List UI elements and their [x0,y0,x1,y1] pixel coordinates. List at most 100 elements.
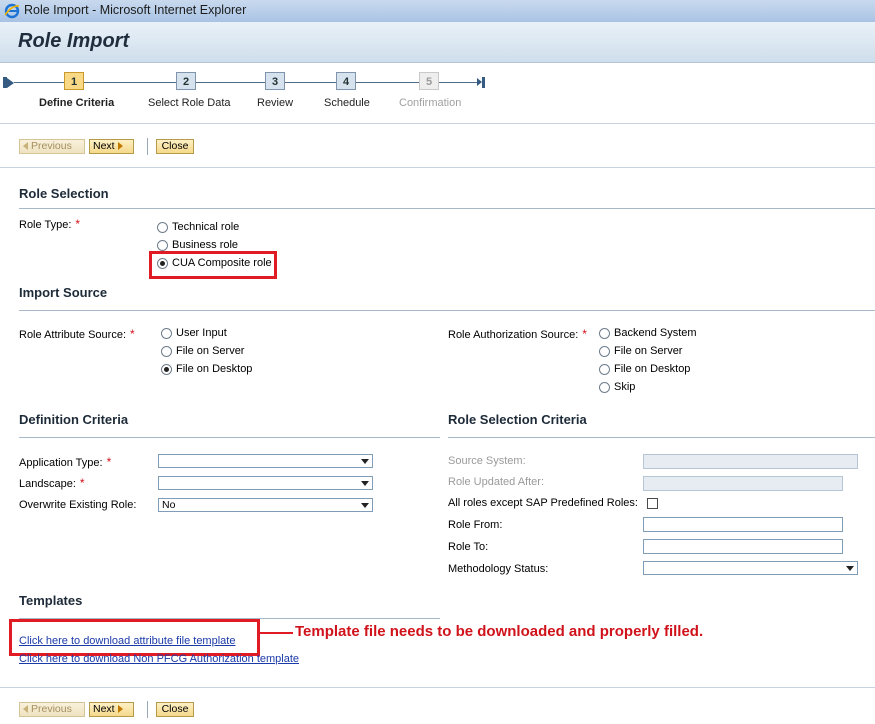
download-authorization-template-link[interactable]: Click here to download Non PFCG Authoriz… [19,653,299,665]
all-roles-except-label: All roles except SAP Predefined Roles: [448,497,638,509]
auth-skip-radio[interactable] [599,382,610,393]
application-type-label-text: Application Type: [19,457,103,469]
section-divider [448,437,875,438]
role-to-label: Role To: [448,541,489,553]
role-selection-title: Role Selection [19,186,109,201]
import-source-title: Import Source [19,285,108,300]
bottom-previous-button: Previous [19,702,85,717]
divider [0,687,875,688]
required-asterisk: * [106,455,112,469]
next-button-label: Next [93,140,115,152]
auth-file-on-desktop-label[interactable]: File on Desktop [614,363,690,375]
roadmap-step-3-label[interactable]: Review [257,97,293,109]
application-type-select[interactable] [158,454,373,468]
next-button[interactable]: Next [89,139,134,154]
role-from-input[interactable] [643,517,843,532]
chevron-down-icon [361,459,369,464]
overwrite-existing-role-label: Overwrite Existing Role: [19,499,137,511]
methodology-status-label: Methodology Status: [448,563,549,575]
role-authorization-source-label-text: Role Authorization Source: [448,329,579,341]
bottom-next-button[interactable]: Next [89,702,134,717]
roadmap-step-4[interactable]: 4 [336,72,356,90]
roadmap-step-2[interactable]: 2 [176,72,196,90]
annotation-text: Template file needs to be downloaded and… [295,623,704,640]
required-asterisk: * [79,476,85,490]
arrow-right-icon [117,142,123,151]
attr-file-on-desktop-radio[interactable] [161,364,172,375]
roadmap-step-4-label[interactable]: Schedule [324,97,370,109]
overwrite-existing-role-value: No [162,499,176,511]
role-type-label-text: Role Type: [19,219,72,231]
role-from-label: Role From: [448,519,503,531]
previous-button: Previous [19,139,85,154]
download-attribute-template-link[interactable]: Click here to download attribute file te… [19,635,235,647]
roadmap-step-3[interactable]: 3 [265,72,285,90]
toolbar-separator [147,138,148,155]
arrow-right-icon [117,705,123,714]
landscape-label-text: Landscape: [19,478,76,490]
overwrite-existing-role-select[interactable]: No [158,498,373,512]
role-type-label: Role Type: * [19,217,80,231]
internet-explorer-icon [4,3,20,19]
technical-role-radio[interactable] [157,222,168,233]
auth-backend-system-radio[interactable] [599,328,610,339]
attr-file-on-server-label[interactable]: File on Server [176,345,244,357]
annotation-connector-line [260,632,293,634]
auth-backend-system-label[interactable]: Backend System [614,327,697,339]
landscape-select[interactable] [158,476,373,490]
page-title: Role Import [18,30,130,52]
source-system-input [643,454,858,469]
roadmap-step-5-label: Confirmation [399,97,462,109]
methodology-status-select[interactable] [643,561,858,575]
attr-user-input-label[interactable]: User Input [176,327,227,339]
role-updated-after-label: Role Updated After: [448,476,545,488]
close-button[interactable]: Close [156,139,194,154]
auth-file-on-desktop-radio[interactable] [599,364,610,375]
attr-file-on-server-radio[interactable] [161,346,172,357]
auth-file-on-server-radio[interactable] [599,346,610,357]
chevron-down-icon [361,481,369,486]
definition-criteria-title: Definition Criteria [19,412,129,427]
section-divider [19,310,875,311]
role-selection-criteria-title: Role Selection Criteria [448,412,587,427]
close-button-label: Close [161,140,189,152]
window-title: Role Import - Microsoft Internet Explore… [24,3,247,17]
bottom-close-button[interactable]: Close [156,702,194,717]
bottom-previous-button-label: Previous [31,703,72,715]
attr-file-on-desktop-label[interactable]: File on Desktop [176,363,252,375]
required-asterisk: * [582,327,587,341]
role-to-input[interactable] [643,539,843,554]
arrow-left-icon [23,142,28,151]
role-updated-after-input [643,476,843,491]
arrow-left-icon [23,705,28,714]
auth-skip-label[interactable]: Skip [614,381,635,393]
previous-button-label: Previous [31,140,72,152]
roadmap-step-5: 5 [419,72,439,90]
roadmap-step-2-label[interactable]: Select Role Data [148,97,231,109]
roadmap-step-1[interactable]: 1 [64,72,84,90]
chevron-down-icon [361,503,369,508]
chevron-down-icon [846,566,854,571]
section-divider [19,437,440,438]
business-role-label[interactable]: Business role [172,239,238,251]
divider [0,123,875,124]
page-header [0,22,875,63]
business-role-radio[interactable] [157,240,168,251]
source-system-label: Source System: [448,455,526,467]
bottom-next-button-label: Next [93,703,115,715]
application-type-label: Application Type: * [19,455,111,469]
auth-file-on-server-label[interactable]: File on Server [614,345,682,357]
attr-user-input-radio[interactable] [161,328,172,339]
required-asterisk: * [75,217,81,231]
roadmap-step-1-label[interactable]: Define Criteria [39,97,114,109]
section-divider [19,208,875,209]
technical-role-label[interactable]: Technical role [172,221,239,233]
all-roles-except-checkbox[interactable] [647,498,658,509]
cua-composite-role-label[interactable]: CUA Composite role [172,257,272,269]
role-attribute-source-label-text: Role Attribute Source: [19,329,127,341]
roadmap-end-bar-icon [482,77,485,88]
required-asterisk: * [130,327,135,341]
roadmap-start-arrow-icon [7,78,14,88]
divider [0,167,875,168]
cua-composite-role-radio[interactable] [157,258,168,269]
